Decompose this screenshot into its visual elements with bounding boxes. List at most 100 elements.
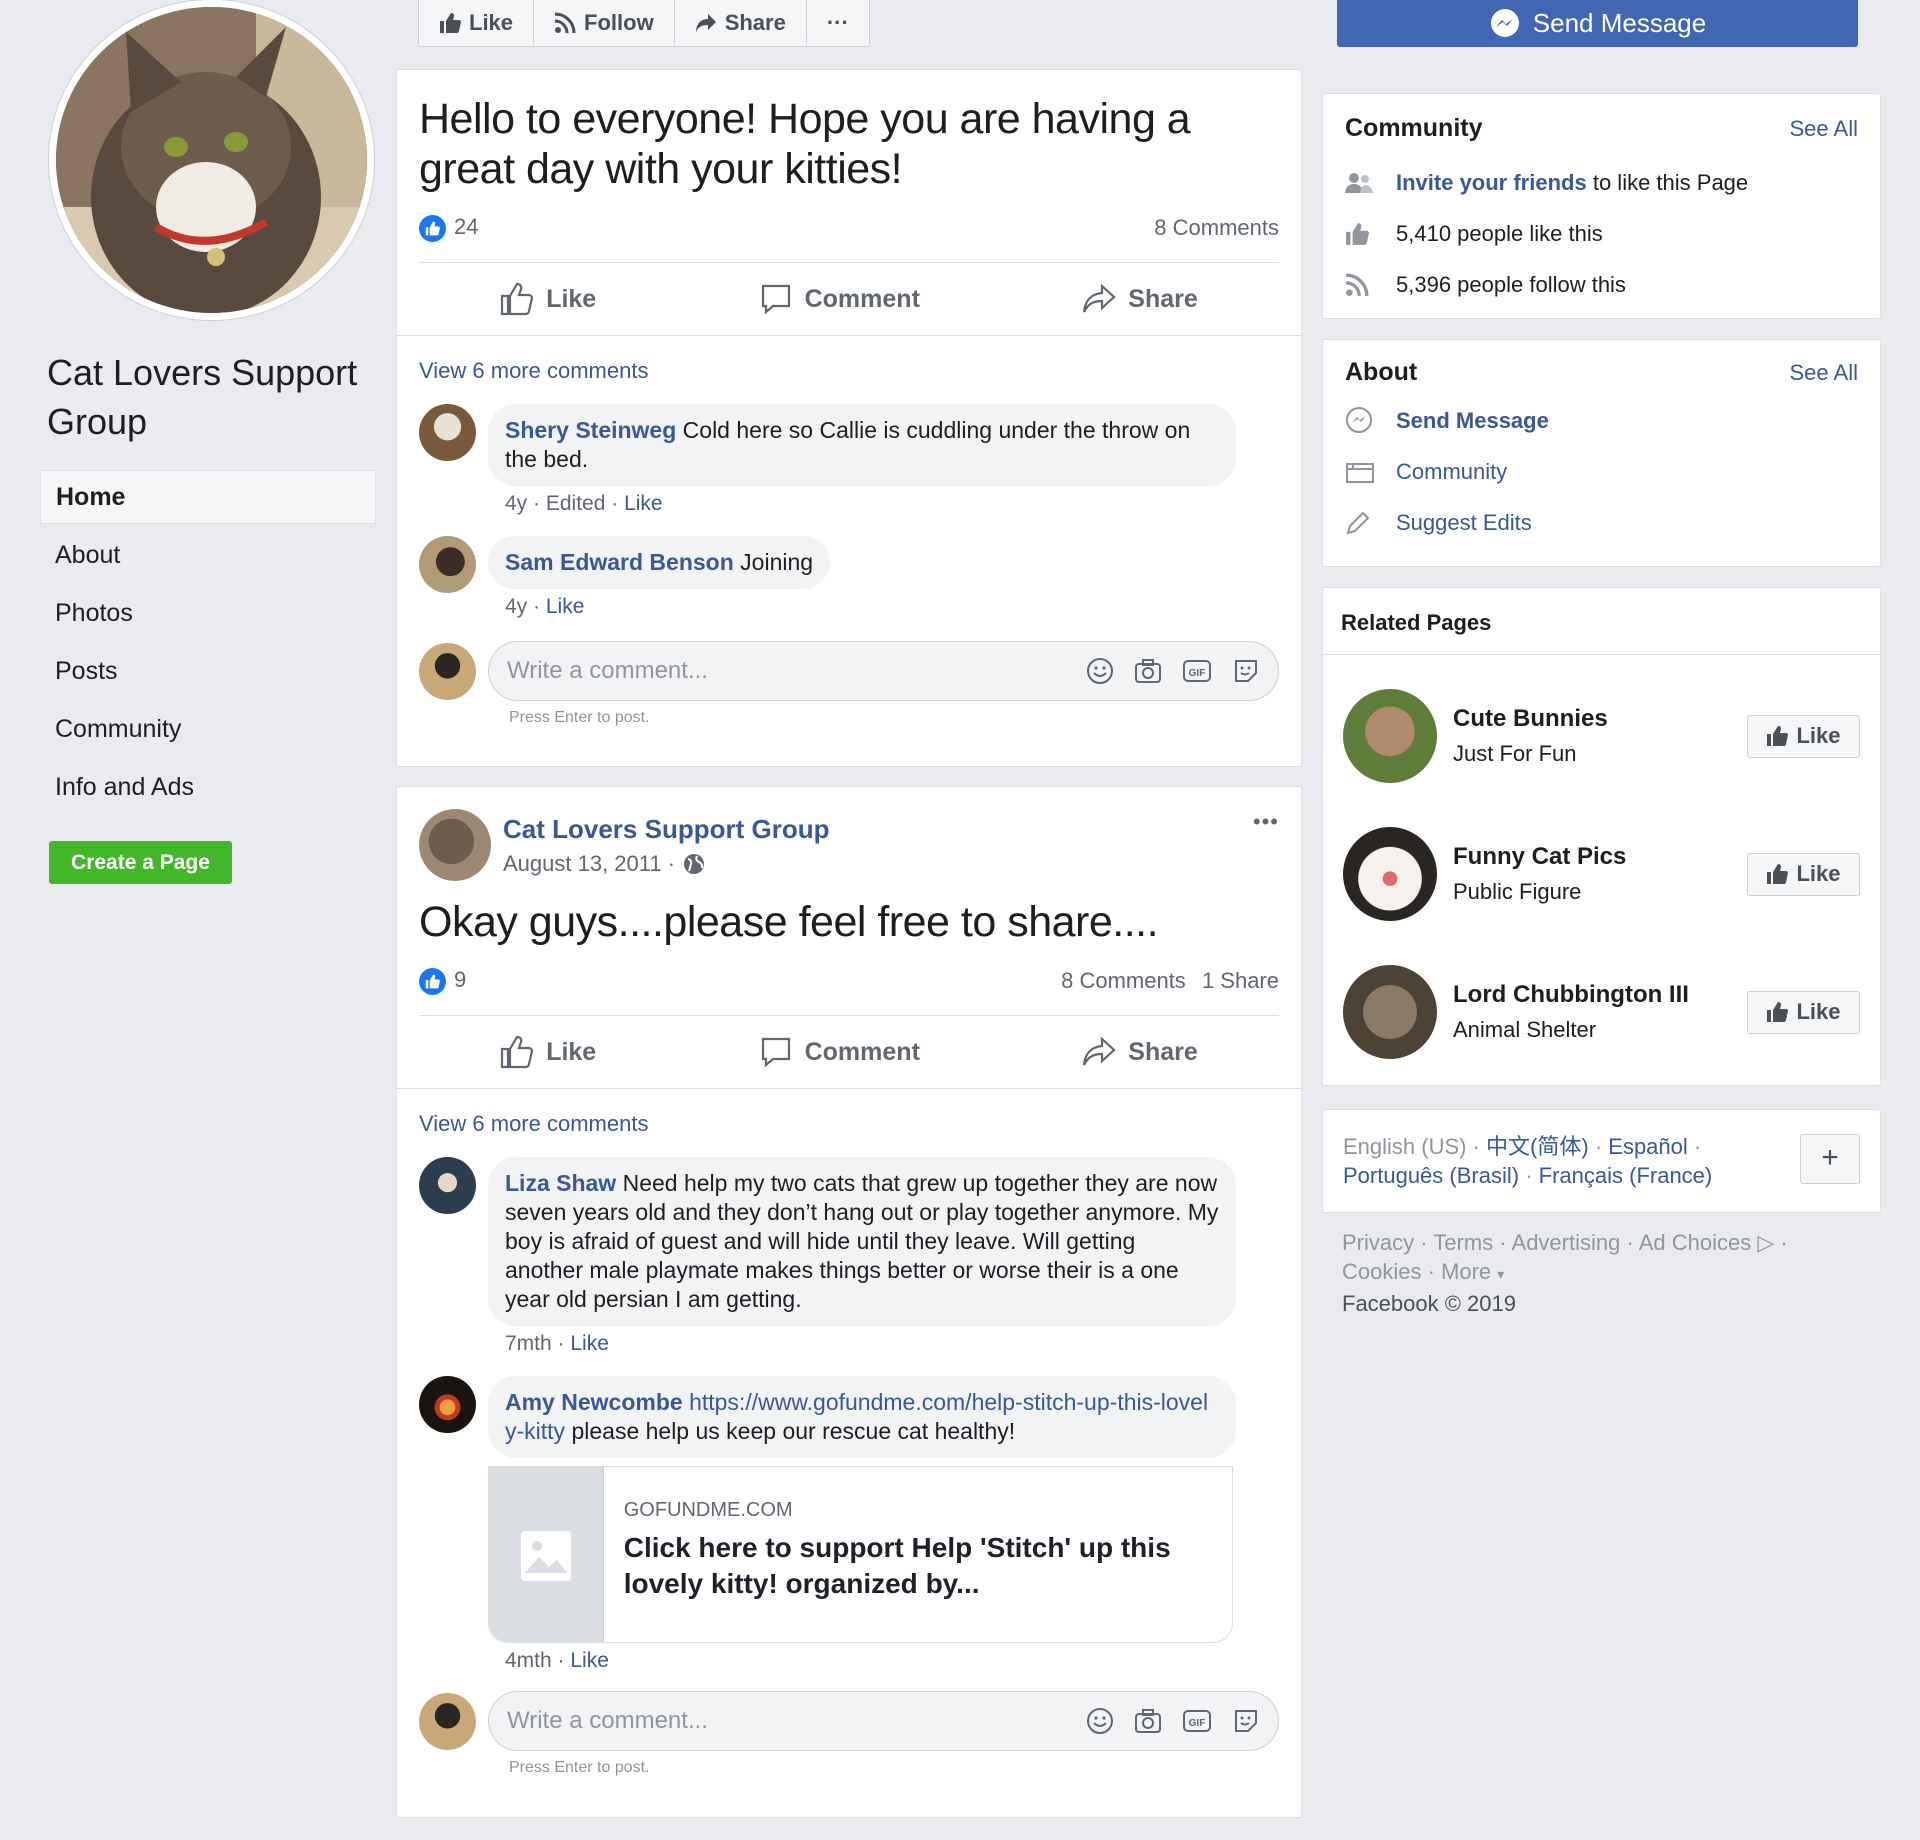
comment-like-link[interactable]: Like xyxy=(546,595,585,618)
about-suggest-edits-row[interactable]: Suggest Edits xyxy=(1345,497,1858,548)
page-profile-picture[interactable] xyxy=(49,0,374,320)
related-page-like-button[interactable]: Like xyxy=(1747,714,1860,758)
reactions-summary[interactable]: 9 xyxy=(419,967,466,995)
footer-privacy-link[interactable]: Privacy xyxy=(1342,1230,1414,1255)
like-count: 24 xyxy=(454,214,479,240)
comment-time[interactable]: 4y xyxy=(505,595,527,618)
comment-like-link[interactable]: Like xyxy=(570,1649,609,1672)
post-author[interactable]: Cat Lovers Support Group xyxy=(503,814,829,845)
comment-author[interactable]: Sam Edward Benson xyxy=(505,549,734,575)
related-page-avatar[interactable] xyxy=(1343,965,1437,1059)
view-more-comments-link[interactable]: View 6 more comments xyxy=(419,1111,1279,1137)
about-community-link[interactable]: Community xyxy=(1396,459,1507,485)
related-page-name[interactable]: Lord Chubbington III xyxy=(1453,981,1689,1009)
post-card: Cat Lovers Support Group August 13, 2011… xyxy=(396,786,1302,1818)
invite-friends-text: to like this Page xyxy=(1592,169,1749,195)
link-preview-card[interactable]: GOFUNDME.COM Click here to support Help … xyxy=(488,1466,1233,1643)
post-text: Okay guys....please feel free to share..… xyxy=(419,898,1159,946)
reactions-summary[interactable]: 24 xyxy=(419,214,478,242)
gif-icon[interactable]: GIF xyxy=(1182,657,1212,685)
related-page-avatar[interactable] xyxy=(1343,827,1437,921)
about-see-all-link[interactable]: See All xyxy=(1790,360,1859,386)
page-likes-row: 5,410 people like this xyxy=(1345,208,1858,259)
comment-meta: 4y · Edited · Like xyxy=(505,492,663,515)
post-share-button[interactable]: Share xyxy=(1082,282,1198,316)
invite-friends-row: Invite your friends to like this Page xyxy=(1345,157,1858,208)
nav-item-info-ads[interactable]: Info and Ads xyxy=(40,760,376,814)
post-share-button[interactable]: Share xyxy=(1082,1035,1198,1069)
page-avatar[interactable] xyxy=(419,809,491,881)
thumbs-up-icon xyxy=(1766,863,1789,885)
sticker-icon[interactable] xyxy=(1232,657,1260,685)
emoji-icon[interactable] xyxy=(1086,657,1114,685)
language-link[interactable]: Português (Brasil) xyxy=(1343,1163,1519,1188)
comment-like-link[interactable]: Like xyxy=(570,1332,609,1355)
post-date[interactable]: August 13, 2011 · xyxy=(503,851,675,877)
footer-cookies-link[interactable]: Cookies xyxy=(1342,1259,1421,1284)
comment-like-link[interactable]: Like xyxy=(624,492,663,515)
page-more-button[interactable]: ··· xyxy=(807,0,869,45)
comment-count[interactable]: 8 Comments xyxy=(1154,215,1279,241)
about-send-message-row[interactable]: Send Message xyxy=(1345,395,1858,446)
language-link[interactable]: 中文(简体) xyxy=(1486,1134,1589,1159)
footer-advertising-link[interactable]: Advertising xyxy=(1512,1230,1621,1255)
add-language-button[interactable]: + xyxy=(1800,1134,1860,1184)
community-see-all-link[interactable]: See All xyxy=(1790,116,1859,142)
comment-author[interactable]: Shery Steinweg xyxy=(505,417,676,443)
comment-time[interactable]: 4mth xyxy=(505,1649,552,1672)
post-options-button[interactable]: ••• xyxy=(1253,809,1279,835)
post-comment-button[interactable]: Comment xyxy=(759,1035,920,1069)
related-page-avatar[interactable] xyxy=(1343,689,1437,783)
nav-item-posts[interactable]: Posts xyxy=(40,644,376,698)
comment-edited: Edited xyxy=(545,492,606,515)
related-page-name[interactable]: Cute Bunnies xyxy=(1453,705,1608,733)
comment-input[interactable]: Write a comment... GIF xyxy=(488,641,1279,701)
language-link[interactable]: Français (France) xyxy=(1539,1163,1713,1188)
camera-icon[interactable] xyxy=(1134,1707,1162,1735)
camera-icon[interactable] xyxy=(1134,657,1162,685)
related-page-like-button[interactable]: Like xyxy=(1747,852,1860,896)
page-follows-count: 5,396 people follow this xyxy=(1396,271,1626,297)
avatar[interactable] xyxy=(419,1376,476,1433)
invite-friends-link[interactable]: Invite your friends xyxy=(1396,170,1587,196)
footer-ad-choices-link[interactable]: Ad Choices xyxy=(1639,1230,1752,1255)
nav-item-community[interactable]: Community xyxy=(40,702,376,756)
create-page-button[interactable]: Create a Page xyxy=(49,841,232,884)
comment-author[interactable]: Amy Newcombe xyxy=(505,1389,683,1415)
nav-item-about[interactable]: About xyxy=(40,528,376,582)
nav-item-home[interactable]: Home xyxy=(40,470,376,524)
send-message-button[interactable]: Send Message xyxy=(1337,0,1858,47)
comment-bubble: Sam Edward Benson Joining xyxy=(488,536,831,589)
gif-icon[interactable]: GIF xyxy=(1182,1707,1212,1735)
view-more-comments-link[interactable]: View 6 more comments xyxy=(419,358,1279,384)
post-like-button[interactable]: Like xyxy=(500,282,596,316)
share-count[interactable]: 1 Share xyxy=(1202,968,1279,993)
share-outline-icon xyxy=(1082,282,1116,316)
about-send-message-link[interactable]: Send Message xyxy=(1396,408,1549,434)
avatar[interactable] xyxy=(419,1157,476,1214)
page-like-button[interactable]: Like xyxy=(419,0,535,45)
community-card: Community See All Invite your friends to… xyxy=(1322,93,1881,319)
related-page-like-button[interactable]: Like xyxy=(1747,990,1860,1034)
about-community-row[interactable]: Community xyxy=(1345,446,1858,497)
page-share-button[interactable]: Share xyxy=(675,0,807,45)
language-link[interactable]: Español xyxy=(1608,1134,1688,1159)
sticker-icon[interactable] xyxy=(1232,1707,1260,1735)
related-page-name[interactable]: Funny Cat Pics xyxy=(1453,843,1626,871)
post-comment-button[interactable]: Comment xyxy=(759,282,920,316)
page-follow-button[interactable]: Follow xyxy=(534,0,675,45)
comment-input[interactable]: Write a comment... GIF xyxy=(488,1691,1279,1751)
avatar[interactable] xyxy=(419,536,476,593)
avatar[interactable] xyxy=(419,404,476,461)
comment-time[interactable]: 4y xyxy=(505,492,527,515)
footer-more-link[interactable]: More xyxy=(1441,1259,1491,1284)
nav-item-photos[interactable]: Photos xyxy=(40,586,376,640)
comment-count[interactable]: 8 Comments xyxy=(1061,968,1186,993)
page-title: Cat Lovers Support Group xyxy=(47,352,358,442)
about-suggest-edits-link[interactable]: Suggest Edits xyxy=(1396,510,1532,536)
post-like-button[interactable]: Like xyxy=(500,1035,596,1069)
comment-author[interactable]: Liza Shaw xyxy=(505,1170,616,1196)
comment-time[interactable]: 7mth xyxy=(505,1332,552,1355)
emoji-icon[interactable] xyxy=(1086,1707,1114,1735)
footer-terms-link[interactable]: Terms xyxy=(1433,1230,1493,1255)
